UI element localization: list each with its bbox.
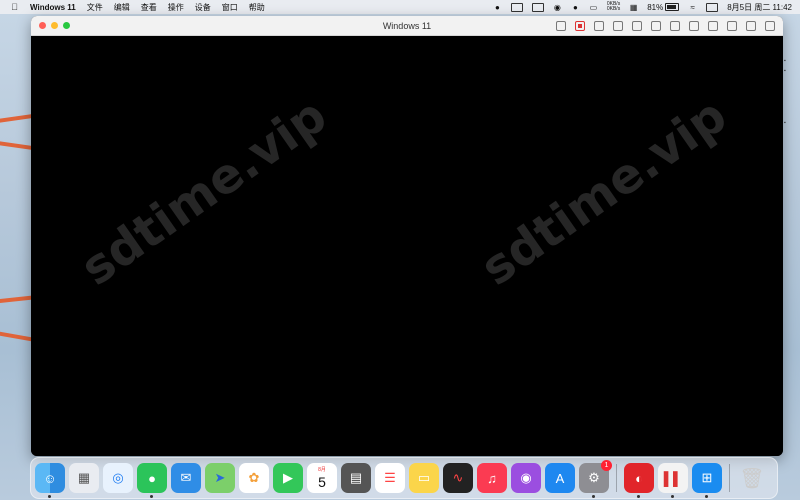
desktop-icon-fragment: ▪ (784, 120, 786, 126)
cookie-icon[interactable]: ● (571, 3, 580, 12)
battery-status[interactable]: 81% (647, 2, 680, 12)
window-titlebar[interactable]: Windows 11 (31, 16, 783, 36)
app-store-icon[interactable]: A (545, 463, 575, 493)
microphone-icon[interactable] (670, 20, 680, 31)
network-icon[interactable] (632, 20, 642, 31)
wifi-icon[interactable]: ≈ (688, 3, 697, 12)
cpu-icon[interactable]: ▦ (629, 3, 638, 12)
desktop-icon-fragment: ▪ (784, 68, 786, 74)
dock: ☺ ▦ ◎ ● ✉ ➤ ✿ ▶ 8月 5 ▤ ☰ ▭ ∿ ♫ ◉ A ⚙ 1 ◐… (30, 457, 778, 499)
calendar-icon[interactable]: 8月 5 (307, 463, 337, 493)
close-button[interactable] (39, 22, 46, 29)
menu-item-file[interactable]: 文件 (87, 2, 103, 13)
mail-icon[interactable]: ✉ (171, 463, 201, 493)
podcasts-icon[interactable]: ◉ (511, 463, 541, 493)
screenshot-icon[interactable] (727, 20, 737, 31)
shared-folder-icon[interactable] (708, 20, 718, 31)
usb-icon[interactable] (594, 20, 604, 31)
wechat-status-icon[interactable]: ● (493, 3, 502, 12)
desktop-icon-fragment: ▪ (784, 58, 786, 64)
minimize-button[interactable] (51, 22, 58, 29)
menu-bar:  Windows 11 文件 编辑 查看 操作 设备 窗口 帮助 ● ◉ ● … (0, 0, 800, 14)
safari-icon[interactable]: ◎ (103, 463, 133, 493)
vm-screen[interactable]: sdtime.vip sdtime.vip (31, 36, 783, 456)
photos-icon[interactable]: ✿ (239, 463, 269, 493)
menu-item-actions[interactable]: 操作 (168, 2, 184, 13)
music-icon[interactable]: ♫ (477, 463, 507, 493)
p-status-icon[interactable]: ◉ (553, 3, 562, 12)
maps-icon[interactable]: ➤ (205, 463, 235, 493)
launchpad-icon[interactable]: ▦ (69, 463, 99, 493)
drive-icon[interactable] (689, 20, 699, 31)
facetime-icon[interactable]: ▶ (273, 463, 303, 493)
keyboard-icon[interactable] (556, 20, 566, 31)
calendar-month: 8月 (318, 466, 326, 473)
menu-item-devices[interactable]: 设备 (195, 2, 211, 13)
monitor-icon[interactable] (531, 2, 544, 12)
control-center-icon[interactable] (706, 2, 719, 12)
battery-percent: 81% (647, 2, 664, 12)
parallels-icon[interactable]: ▌▌ (658, 463, 688, 498)
windows-11-icon[interactable]: ⊞ (692, 463, 722, 498)
settings-badge: 1 (601, 460, 612, 471)
fullscreen-button[interactable] (63, 22, 70, 29)
vm-window[interactable]: Windows 11 sdtime.vip sdtime.vip (31, 16, 783, 456)
calculator-icon[interactable]: ▤ (341, 463, 371, 493)
system-settings-icon[interactable]: ⚙ 1 (579, 460, 612, 498)
dock-separator (616, 464, 617, 492)
watermark-text: sdtime.vip (471, 87, 737, 297)
record-icon[interactable] (575, 20, 585, 31)
network-speed[interactable]: 0KB/s 0KB/s (607, 2, 620, 12)
menu-item-view[interactable]: 查看 (141, 2, 157, 13)
finder-icon[interactable]: ☺ (35, 463, 65, 498)
apple-icon[interactable]:  (10, 2, 19, 12)
gear-icon[interactable] (765, 20, 775, 31)
netease-music-icon[interactable]: ◐ (624, 463, 654, 498)
trash-icon[interactable]: 🗑 (737, 463, 767, 493)
menu-clock[interactable]: 8月5日 周二 11:42 (727, 2, 792, 13)
reminders-icon[interactable]: ☰ (375, 463, 405, 493)
voice-memos-icon[interactable]: ∿ (443, 463, 473, 493)
audio-icon[interactable] (651, 20, 661, 31)
lock-icon[interactable] (613, 20, 623, 31)
calendar-day: 5 (318, 473, 326, 490)
dock-separator (729, 464, 730, 492)
battery-icon (665, 3, 680, 11)
net-down-label: 0KB/s (606, 6, 621, 12)
screen-edit-icon[interactable] (510, 2, 523, 12)
back-icon[interactable] (746, 20, 756, 31)
bucket-icon[interactable]: ▭ (589, 3, 598, 12)
notes-icon[interactable]: ▭ (409, 463, 439, 493)
menu-item-help[interactable]: 帮助 (249, 2, 265, 13)
menu-item-window[interactable]: 窗口 (222, 2, 238, 13)
wechat-icon[interactable]: ● (137, 463, 167, 498)
menu-item-edit[interactable]: 编辑 (114, 2, 130, 13)
watermark-text: sdtime.vip (71, 87, 337, 297)
menu-app-name[interactable]: Windows 11 (30, 3, 76, 12)
